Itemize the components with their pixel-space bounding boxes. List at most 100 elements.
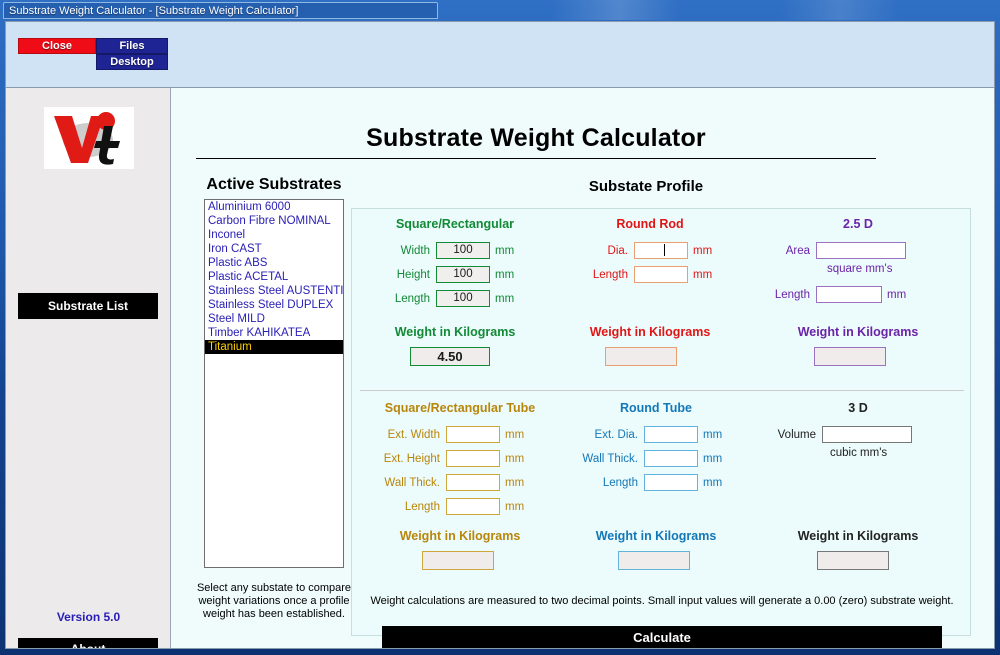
length-25d-input[interactable] xyxy=(816,286,882,303)
substrate-list-item[interactable]: Aluminium 6000 xyxy=(205,200,343,214)
area-unit: square mm's xyxy=(827,263,893,275)
active-substrates-heading: Active Substrates xyxy=(206,176,342,193)
substrate-list-item[interactable]: Titanium xyxy=(205,340,343,354)
weight-label: Weight in Kilograms xyxy=(589,325,711,339)
diameter-input[interactable] xyxy=(634,242,688,259)
area-input[interactable] xyxy=(816,242,906,259)
weight-label: Weight in Kilograms xyxy=(797,325,919,339)
calculate-button[interactable]: Calculate xyxy=(382,626,942,648)
substrate-list-item[interactable]: Carbon Fibre NOMINAL xyxy=(205,214,343,228)
field-label: Length xyxy=(394,292,430,305)
field-length: Length 100 mm xyxy=(382,289,514,308)
field-diameter: Dia. mm xyxy=(572,241,712,260)
field-length: Length mm xyxy=(372,497,524,516)
field-label: Dia. xyxy=(607,244,628,257)
ext-height-input[interactable] xyxy=(446,450,500,467)
files-button[interactable]: Files xyxy=(96,38,168,54)
field-unit: mm xyxy=(505,428,525,441)
height-input[interactable]: 100 xyxy=(436,266,490,283)
substrate-list-note: Select any substate to compare weight va… xyxy=(196,582,352,620)
desktop-button[interactable]: Desktop xyxy=(96,54,168,70)
field-unit: mm xyxy=(505,452,525,465)
profile-heading: Substate Profile xyxy=(588,178,704,195)
section-title: 3 D xyxy=(848,401,868,415)
field-area: Area xyxy=(770,241,906,260)
field-label: Length xyxy=(404,500,440,513)
field-unit: mm xyxy=(505,476,525,489)
field-volume: Volume xyxy=(764,425,912,444)
ext-diameter-input[interactable] xyxy=(644,426,698,443)
field-label: Ext. Width xyxy=(387,428,440,441)
weight-result xyxy=(605,347,677,366)
substrate-list-button[interactable]: Substrate List xyxy=(18,293,158,319)
profile-panel: Square/Rectangular Width 100 mm Height 1… xyxy=(351,208,971,648)
substrate-list-item[interactable]: Steel MILD xyxy=(205,312,343,326)
wall-thickness-input[interactable] xyxy=(446,474,500,491)
field-label: Height xyxy=(396,268,430,281)
round-tube-length-input[interactable] xyxy=(644,474,698,491)
substrate-list-item[interactable]: Iron CAST xyxy=(205,242,343,256)
substrate-listbox[interactable]: Aluminium 6000 Carbon Fibre NOMINAL Incone… xyxy=(204,199,344,568)
ext-width-input[interactable] xyxy=(446,426,500,443)
field-label: Volume xyxy=(777,428,816,441)
weight-label: Weight in Kilograms xyxy=(797,529,919,543)
weight-label: Weight in Kilograms xyxy=(595,529,717,543)
field-length: Length mm xyxy=(570,473,722,492)
field-wall-thickness: Wall Thick. mm xyxy=(372,473,524,492)
weight-result xyxy=(618,551,690,570)
field-unit: mm xyxy=(887,288,907,301)
text-caret xyxy=(664,243,665,256)
left-sidebar: Substrate List Version 5.0 About xyxy=(6,88,171,648)
field-unit: mm xyxy=(703,452,723,465)
window-titlebar[interactable]: Substrate Weight Calculator - [Substrate… xyxy=(3,2,438,19)
window-title: Substrate Weight Calculator - [Substrate… xyxy=(9,4,299,17)
vt-logo xyxy=(44,107,134,169)
field-ext-diameter: Ext. Dia. mm xyxy=(570,425,722,444)
top-toolbar: Close Files Desktop xyxy=(6,22,994,88)
round-wall-thickness-input[interactable] xyxy=(644,450,698,467)
field-unit: mm xyxy=(703,428,723,441)
field-width: Width 100 mm xyxy=(382,241,514,260)
tube-length-input[interactable] xyxy=(446,498,500,515)
field-unit: mm xyxy=(495,292,515,305)
field-ext-width: Ext. Width mm xyxy=(372,425,524,444)
weight-label: Weight in Kilograms xyxy=(399,529,521,543)
weight-result xyxy=(817,551,889,570)
weight-result xyxy=(814,347,886,366)
substrate-list-item[interactable]: Stainless Steel DUPLEX xyxy=(205,298,343,312)
section-three-d: 3 D Volume cubic mm's Weight in Kilogram… xyxy=(752,401,964,581)
page-title: Substrate Weight Calculator xyxy=(366,124,706,152)
field-unit: mm xyxy=(495,268,515,281)
substrate-list-item[interactable]: Inconel xyxy=(205,228,343,242)
about-button[interactable]: About xyxy=(18,638,158,648)
field-wall-thickness: Wall Thick. mm xyxy=(570,449,722,468)
section-square-rectangular: Square/Rectangular Width 100 mm Height 1… xyxy=(360,217,550,387)
field-label: Width xyxy=(400,244,430,257)
volume-input[interactable] xyxy=(822,426,912,443)
volume-unit: cubic mm's xyxy=(830,447,888,459)
field-label: Ext. Height xyxy=(383,452,440,465)
section-square-rectangular-tube: Square/Rectangular Tube Ext. Width mm Ex… xyxy=(360,401,560,581)
width-input[interactable]: 100 xyxy=(436,242,490,259)
substrate-list-item[interactable]: Stainless Steel AUSTENTIC xyxy=(205,284,343,298)
field-unit: mm xyxy=(693,244,713,257)
field-height: Height 100 mm xyxy=(382,265,514,284)
client-area: Close Files Desktop Substrate List Versi… xyxy=(5,21,995,649)
field-ext-height: Ext. Height mm xyxy=(372,449,524,468)
field-label: Length xyxy=(602,476,638,489)
section-round-rod: Round Rod Dia. mm Length mm Weight in Ki… xyxy=(550,217,750,387)
weight-label: Weight in Kilograms xyxy=(394,325,516,339)
section-title: 2.5 D xyxy=(843,217,873,231)
field-label: Wall Thick. xyxy=(582,452,638,465)
length-input[interactable]: 100 xyxy=(436,290,490,307)
close-button[interactable]: Close xyxy=(18,38,96,54)
substrate-list-item[interactable]: Plastic ACETAL xyxy=(205,270,343,284)
rod-length-input[interactable] xyxy=(634,266,688,283)
title-divider xyxy=(196,158,876,159)
field-unit: mm xyxy=(703,476,723,489)
substrate-list-item[interactable]: Timber KAHIKATEA xyxy=(205,326,343,340)
field-label: Length xyxy=(774,288,810,301)
version-label: Version 5.0 xyxy=(56,610,121,624)
substrate-list-item[interactable]: Plastic ABS xyxy=(205,256,343,270)
field-label: Wall Thick. xyxy=(384,476,440,489)
